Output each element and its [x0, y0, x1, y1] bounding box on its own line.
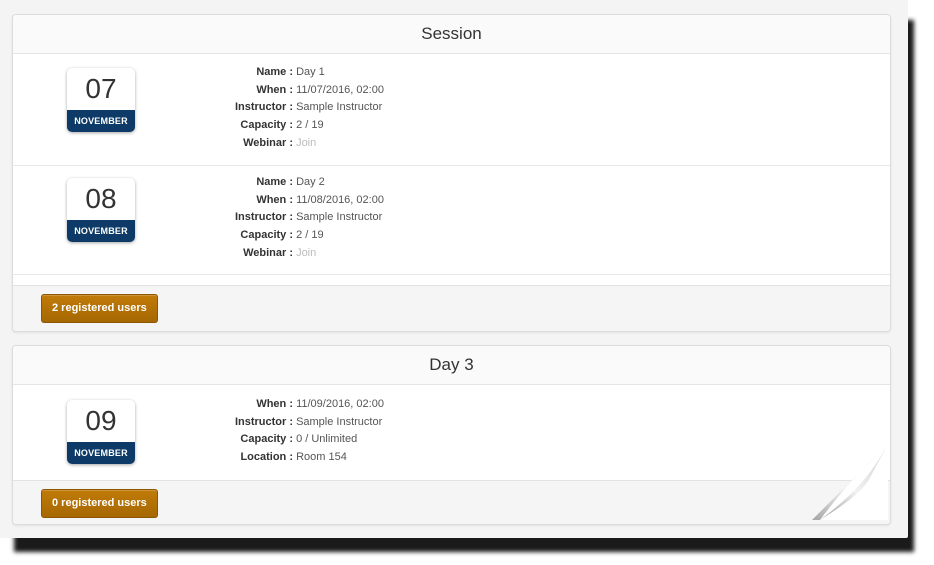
field-label: When : [256, 83, 293, 96]
field-value: 2 / 19 [296, 119, 324, 132]
date-badge: 08 NOVEMBER [67, 178, 135, 242]
webinar-join-link[interactable]: Join [296, 137, 316, 149]
panel-footer: 0 registered users [13, 480, 890, 524]
date-month: NOVEMBER [67, 110, 135, 132]
field-value: Sample Instructor [296, 211, 383, 224]
registered-users-button[interactable]: 0 registered users [41, 489, 158, 518]
field-value: Sample Instructor [296, 415, 383, 428]
field-label: Webinar : [243, 246, 293, 259]
session-details: Name : Day 1 When : 11/07/2016, 02:00 In… [193, 64, 384, 153]
field-label: Capacity : [240, 229, 293, 242]
session-details: Name : Day 2 When : 11/08/2016, 02:00 In… [193, 174, 384, 263]
field-label: Capacity : [240, 433, 293, 446]
page: Session 07 NOVEMBER Name : Day 1 When : … [0, 0, 908, 538]
date-day: 09 [85, 405, 117, 436]
field-label: Capacity : [240, 119, 293, 132]
field-value: Day 2 [296, 176, 325, 188]
field-label: When : [256, 193, 293, 206]
date-day: 07 [85, 73, 117, 104]
field-label: Name : [256, 66, 293, 78]
field-value: 11/07/2016, 02:00 [296, 83, 384, 96]
date-badge: 09 NOVEMBER [67, 400, 135, 464]
registered-users-button[interactable]: 2 registered users [41, 294, 158, 323]
panel-title: Day 3 [13, 346, 890, 385]
field-value: 2 / 19 [296, 229, 324, 242]
field-label: Instructor : [234, 415, 293, 428]
webinar-join-link[interactable]: Join [296, 247, 316, 259]
field-value: Sample Instructor [296, 101, 383, 114]
session-row: 09 NOVEMBER When : 11/09/2016, 02:00 Ins… [13, 385, 890, 480]
field-value: 0 / Unlimited [296, 433, 358, 446]
page-curl-icon [812, 444, 888, 520]
field-label: When : [256, 398, 293, 410]
field-value: 11/08/2016, 02:00 [296, 193, 384, 206]
field-value: Room 154 [296, 451, 347, 464]
field-value: Day 1 [296, 66, 325, 78]
session-row: 07 NOVEMBER Name : Day 1 When : 11/07/20… [13, 54, 890, 166]
field-label: Webinar : [243, 136, 293, 149]
session-panel: Day 3 09 NOVEMBER When : 11/09/2016, 02:… [12, 345, 891, 525]
session-row: 08 NOVEMBER Name : Day 2 When : 11/08/20… [13, 166, 890, 275]
panel-title: Session [13, 15, 890, 54]
spacer [13, 275, 890, 285]
session-details: When : 11/09/2016, 02:00 Instructor : Sa… [193, 396, 384, 467]
field-label: Instructor : [234, 211, 293, 224]
session-panel: Session 07 NOVEMBER Name : Day 1 When : … [12, 14, 891, 332]
date-month: NOVEMBER [67, 220, 135, 242]
field-value: 11/09/2016, 02:00 [296, 398, 384, 410]
date-month: NOVEMBER [67, 442, 135, 464]
date-badge: 07 NOVEMBER [67, 68, 135, 132]
field-label: Instructor : [234, 101, 293, 114]
field-label: Name : [256, 176, 293, 188]
panel-footer: 2 registered users [13, 285, 890, 331]
field-label: Location : [240, 451, 293, 464]
date-day: 08 [85, 183, 117, 214]
